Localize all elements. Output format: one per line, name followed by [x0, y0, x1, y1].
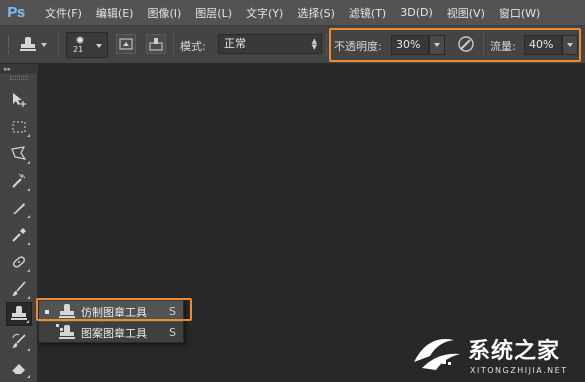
menu-filter[interactable]: 滤镜(T): [349, 5, 386, 21]
move-tool[interactable]: [6, 88, 32, 112]
select-arrows-icon: ▲ ▼: [311, 37, 317, 51]
flyout-item-pattern-stamp[interactable]: 图案图章工具 S: [39, 322, 183, 343]
slice-tool[interactable]: [6, 196, 32, 220]
divider: [58, 33, 59, 57]
magic-wand-tool[interactable]: [6, 169, 32, 193]
rect-marquee-icon: [12, 121, 26, 133]
watermark-subtitle: XITONGZHIJIA.NET: [470, 366, 568, 375]
magic-wand-icon: [12, 173, 26, 188]
eyedropper-icon: [12, 228, 26, 242]
highlight-box: [36, 298, 192, 321]
flyout-item-shortcut: S: [169, 326, 176, 339]
blend-mode-value: 正常: [224, 37, 246, 50]
watermark-logo-icon: [414, 338, 460, 370]
move-icon: [13, 93, 26, 107]
history-brush-tool[interactable]: [6, 329, 32, 353]
menu-file[interactable]: 文件(F): [45, 5, 82, 21]
eyedropper-tool[interactable]: [6, 223, 32, 247]
menu-edit[interactable]: 编辑(E): [96, 5, 134, 21]
brush-preset-picker[interactable]: 21: [66, 32, 108, 58]
mode-label: 模式:: [180, 40, 206, 53]
eraser-tool[interactable]: [6, 356, 32, 380]
tool-preset-picker[interactable]: [20, 34, 52, 56]
highlight-box: [329, 28, 581, 62]
slice-icon: [13, 203, 25, 214]
tools-panel: ▸▸: [0, 64, 38, 382]
menu-bar: Ps 文件(F) 编辑(E) 图像(I) 图层(L) 文字(Y) 选择(S) 滤…: [0, 0, 585, 26]
clone-stamp-icon: [20, 37, 36, 53]
watermark-title: 系统之家: [468, 339, 561, 364]
menu-select[interactable]: 选择(S): [297, 5, 335, 21]
brush-size-value: 21: [73, 45, 84, 54]
options-bar-grip[interactable]: [8, 36, 11, 54]
brush-tip-icon: [76, 36, 84, 44]
menu-3d[interactable]: 3D(D): [400, 6, 433, 19]
polygon-lasso-icon: [11, 146, 27, 160]
marquee-tool[interactable]: [6, 115, 32, 139]
menu-layer[interactable]: 图层(L): [195, 5, 232, 21]
photoshop-logo: Ps: [7, 4, 25, 21]
menu-window[interactable]: 窗口(W): [499, 5, 540, 21]
chevron-down-icon: [41, 43, 47, 47]
menu-view[interactable]: 视图(V): [447, 5, 485, 21]
brush-panel-icon: [119, 38, 133, 50]
eraser-icon: [11, 364, 25, 375]
divider: [173, 33, 174, 57]
blend-mode-select[interactable]: 正常 ▲ ▼: [218, 34, 322, 54]
clone-stamp-tool[interactable]: [6, 302, 32, 326]
clone-stamp-icon: [11, 306, 27, 322]
history-brush-icon: [12, 333, 26, 348]
toggle-clone-source-button[interactable]: [146, 34, 166, 54]
watermark: 系统之家 XITONGZHIJIA.NET: [408, 328, 584, 380]
bandage-icon: [13, 256, 25, 268]
flyout-item-label: 图案图章工具: [81, 326, 147, 340]
panel-grip[interactable]: [10, 76, 28, 80]
menu-type[interactable]: 文字(Y): [246, 5, 283, 21]
clone-source-icon: [149, 38, 163, 51]
brush-icon: [12, 281, 26, 296]
pattern-stamp-icon: [56, 324, 75, 341]
options-bar: 21 模式: 正常 ▲ ▼ 不透明度: 30% 流量: 40%: [0, 26, 585, 64]
healing-brush-tool[interactable]: [6, 250, 32, 274]
brush-tool[interactable]: [6, 277, 32, 301]
panel-collapse-button[interactable]: ▸▸: [0, 64, 38, 74]
toggle-brush-panel-button[interactable]: [116, 34, 136, 54]
divider: [326, 33, 327, 57]
menu-image[interactable]: 图像(I): [147, 5, 181, 21]
chevron-down-icon: [96, 44, 102, 48]
lasso-tool[interactable]: [6, 142, 32, 166]
